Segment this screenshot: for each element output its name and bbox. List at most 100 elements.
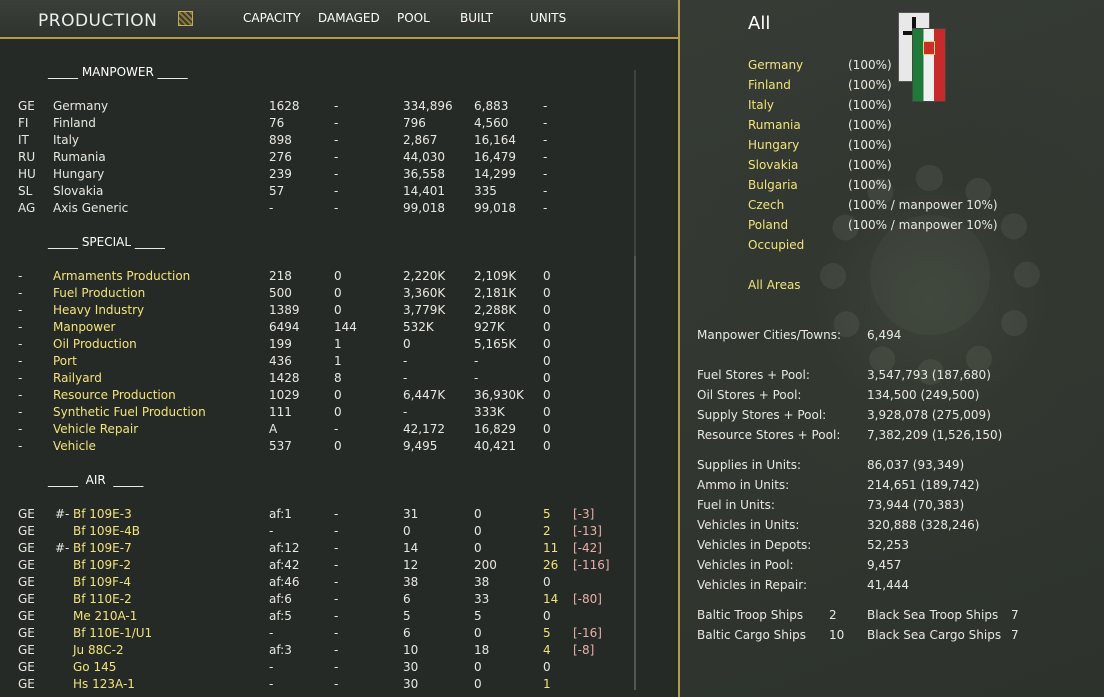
row-units: 0 <box>543 422 551 436</box>
row-name[interactable]: Resource Production <box>53 388 176 402</box>
row-name[interactable]: Bf 109E-4B <box>73 524 140 538</box>
table-row[interactable]: RU Rumania 276 - 44,030 16,479 - <box>0 150 630 167</box>
table-row[interactable]: GE Go 145 - - 30 0 0 <box>0 660 630 677</box>
row-capacity: 199 <box>269 337 292 351</box>
row-name[interactable]: Bf 109E-7 <box>73 541 132 555</box>
row-name: Axis Generic <box>53 201 129 215</box>
row-name: Finland <box>53 116 96 130</box>
row-name[interactable]: Fuel Production <box>53 286 145 300</box>
column-header-pool[interactable]: POOL <box>397 11 430 25</box>
row-name[interactable]: Railyard <box>53 371 102 385</box>
table-row[interactable]: SL Slovakia 57 - 14,401 335 - <box>0 184 630 201</box>
row-name[interactable]: Synthetic Fuel Production <box>53 405 206 419</box>
row-units: - <box>543 133 548 147</box>
row-pool: 38 <box>403 575 419 589</box>
table-row[interactable]: - Railyard 1428 8 - - 0 <box>0 371 630 388</box>
row-damaged: - <box>334 558 339 572</box>
table-row[interactable]: GE Ju 88C-2 af:3 - 10 18 4 [-8] <box>0 643 630 660</box>
table-row[interactable]: - Manpower 6494 144 532K 927K 0 <box>0 320 630 337</box>
row-name[interactable]: Vehicle Repair <box>53 422 138 436</box>
column-header-built[interactable]: BUILT <box>460 11 493 25</box>
row-name[interactable]: Heavy Industry <box>53 303 144 317</box>
table-row[interactable]: - Armaments Production 218 0 2,220K 2,109K 0 <box>0 269 630 286</box>
column-header-damaged[interactable]: DAMAGED <box>318 11 380 25</box>
row-name[interactable]: Me 210A-1 <box>73 609 137 623</box>
row-name[interactable]: Bf 109F-2 <box>73 558 131 572</box>
table-row[interactable]: GE #- Bf 109E-7 af:12 - 14 0 11 [-42] <box>0 541 630 558</box>
ship-label-2: Black Sea Cargo Ships <box>867 628 1002 642</box>
row-name[interactable]: Vehicle <box>53 439 96 453</box>
table-row[interactable]: GE #- Bf 109E-3 af:1 - 31 0 5 [-3] <box>0 507 630 524</box>
nation-link[interactable]: Occupied <box>748 238 804 252</box>
row-damaged: - <box>334 609 339 623</box>
summary-title: All <box>748 13 771 34</box>
row-name[interactable]: Armaments Production <box>53 269 190 283</box>
row-name[interactable]: Ju 88C-2 <box>73 643 124 657</box>
nation-link[interactable]: Slovakia <box>748 158 798 172</box>
row-capacity: af:1 <box>269 507 292 521</box>
scrollbar[interactable] <box>634 70 636 690</box>
table-row[interactable]: - Fuel Production 500 0 3,360K 2,181K 0 <box>0 286 630 303</box>
nation-link[interactable]: Italy <box>748 98 774 112</box>
table-row[interactable]: - Heavy Industry 1389 0 3,779K 2,288K 0 <box>0 303 630 320</box>
table-row[interactable]: GE Me 210A-1 af:5 - 5 5 0 <box>0 609 630 626</box>
row-name[interactable]: Go 145 <box>73 660 116 674</box>
table-row[interactable]: AG Axis Generic - - 99,018 99,018 - <box>0 201 630 218</box>
row-name[interactable]: Bf 110E-2 <box>73 592 132 606</box>
table-row[interactable]: - Vehicle Repair A - 42,172 16,829 0 <box>0 422 630 439</box>
table-row[interactable]: GE Bf 109F-2 af:42 - 12 200 26 [-116] <box>0 558 630 575</box>
table-row[interactable]: GE Bf 110E-1/U1 - - 6 0 5 [-16] <box>0 626 630 643</box>
table-row[interactable]: GE Hs 123A-1 - - 30 0 1 <box>0 677 630 694</box>
nation-link[interactable]: Poland <box>748 218 788 232</box>
row-name[interactable]: Bf 110E-1/U1 <box>73 626 152 640</box>
row-built: 0 <box>474 524 482 538</box>
production-toggle-icon[interactable] <box>178 11 193 26</box>
unit-stat-label: Ammo in Units: <box>697 478 790 492</box>
row-pool: - <box>403 354 408 368</box>
scrollbar-thumb[interactable] <box>634 256 636 690</box>
all-areas-link[interactable]: All Areas <box>748 278 801 292</box>
table-row[interactable]: - Resource Production 1029 0 6,447K 36,930K 0 <box>0 388 630 405</box>
row-units: 0 <box>543 660 551 674</box>
row-pool: 30 <box>403 660 419 674</box>
table-row[interactable]: - Vehicle 537 0 9,495 40,421 0 <box>0 439 630 456</box>
row-code: GE <box>18 575 35 589</box>
row-name[interactable]: Oil Production <box>53 337 137 351</box>
table-row[interactable]: IT Italy 898 - 2,867 16,164 - <box>0 133 630 150</box>
column-header-capacity[interactable]: CAPACITY <box>243 11 301 25</box>
table-row[interactable]: - Port 436 1 - - 0 <box>0 354 630 371</box>
row-damaged: - <box>334 201 339 215</box>
italy-flag-icon[interactable] <box>912 28 946 102</box>
table-row[interactable]: - Oil Production 199 1 0 5,165K 0 <box>0 337 630 354</box>
nation-link[interactable]: Finland <box>748 78 791 92</box>
nation-link[interactable]: Germany <box>748 58 803 72</box>
row-name[interactable]: Bf 109E-3 <box>73 507 132 521</box>
nation-flags[interactable] <box>898 10 948 102</box>
row-name[interactable]: Port <box>53 354 77 368</box>
row-name[interactable]: Manpower <box>53 320 115 334</box>
nation-link[interactable]: Hungary <box>748 138 799 152</box>
nation-link[interactable]: Rumania <box>748 118 801 132</box>
table-row[interactable]: GE Bf 110E-2 af:6 - 6 33 14 [-80] <box>0 592 630 609</box>
column-header-units[interactable]: UNITS <box>530 11 566 25</box>
row-name: Slovakia <box>53 184 104 198</box>
row-name[interactable]: Bf 109F-4 <box>73 575 131 589</box>
table-row[interactable]: GE Bf 109F-4 af:46 - 38 38 0 <box>0 575 630 592</box>
unit-stat-value: 86,037 (93,349) <box>867 458 965 472</box>
table-row[interactable]: - Synthetic Fuel Production 111 0 - 333K 0 <box>0 405 630 422</box>
table-row[interactable]: HU Hungary 239 - 36,558 14,299 - <box>0 167 630 184</box>
row-pool: 31 <box>403 507 419 521</box>
ship-count: 2 <box>829 608 837 622</box>
table-row[interactable]: FI Finland 76 - 796 4,560 - <box>0 116 630 133</box>
row-name[interactable]: Hs 123A-1 <box>73 677 135 691</box>
row-pool: 0 <box>403 337 411 351</box>
row-code: SL <box>18 184 33 198</box>
row-pool: 2,220K <box>403 269 446 283</box>
nation-link[interactable]: Czech <box>748 198 784 212</box>
page-title: PRODUCTION <box>38 11 158 31</box>
nation-link[interactable]: Bulgaria <box>748 178 798 192</box>
row-capacity: af:42 <box>269 558 300 572</box>
table-row[interactable]: GE Germany 1628 - 334,896 6,883 - <box>0 99 630 116</box>
row-built: - <box>474 371 479 385</box>
table-row[interactable]: GE Bf 109E-4B - - 0 0 2 [-13] <box>0 524 630 541</box>
